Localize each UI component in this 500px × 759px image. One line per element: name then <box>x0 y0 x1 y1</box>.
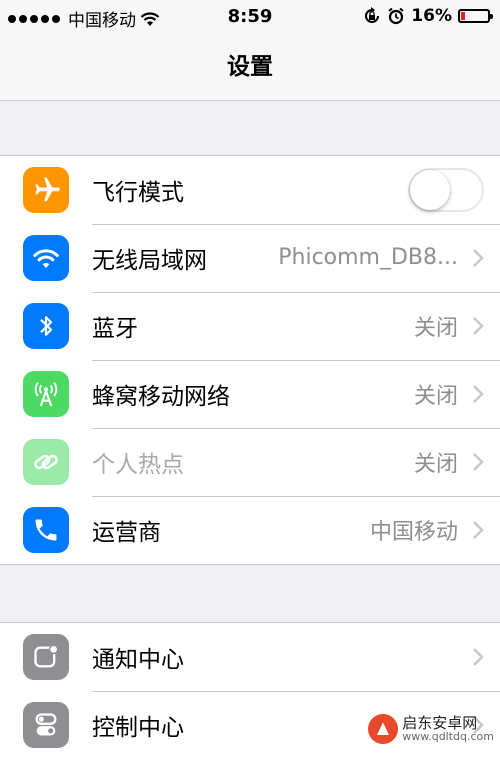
watermark-url: www.qdltdq.com <box>402 730 494 744</box>
chevron-right-icon <box>473 316 484 335</box>
navigation-bar: 设置 <box>0 34 500 101</box>
row-body: 运营商 中国移动 <box>92 496 500 564</box>
row-body: 蓝牙 关闭 <box>92 292 500 361</box>
personal-hotspot-value: 关闭 <box>413 451 458 477</box>
settings-row-airplane-mode: 飞行模式 <box>0 156 500 225</box>
notification-center-label: 通知中心 <box>92 646 184 673</box>
row-body: 飞行模式 <box>92 156 500 225</box>
chevron-right-icon <box>473 384 484 403</box>
cellular-label: 蜂窝移动网络 <box>92 383 230 410</box>
row-body: 无线局域网 Phicomm_DB8... <box>92 224 500 293</box>
row-body: 蜂窝移动网络 关闭 <box>92 360 500 429</box>
hotspot-icon <box>23 439 69 485</box>
cellular-icon <box>23 371 69 417</box>
airplane-mode-toggle[interactable] <box>408 167 484 212</box>
settings-row-notification-center[interactable]: 通知中心 <box>0 623 500 692</box>
alarm-icon <box>388 7 404 25</box>
settings-row-carrier[interactable]: 运营商 中国移动 <box>0 496 500 564</box>
airplane-mode-label: 飞行模式 <box>92 179 184 206</box>
bluetooth-icon <box>23 303 69 349</box>
watermark-brand: 启东安卓网 <box>402 713 478 732</box>
settings-row-wlan[interactable]: 无线局域网 Phicomm_DB8... <box>0 224 500 293</box>
rotation-lock-icon <box>365 7 380 23</box>
battery-percentage: 16% <box>411 6 452 26</box>
toggle-knob <box>410 169 450 210</box>
personal-hotspot-label: 个人热点 <box>92 451 184 478</box>
chevron-right-icon <box>473 647 484 666</box>
phone-icon <box>23 507 69 553</box>
chevron-right-icon <box>473 452 484 471</box>
settings-row-personal-hotspot[interactable]: 个人热点 关闭 <box>0 428 500 497</box>
wlan-label: 无线局域网 <box>92 247 207 274</box>
notification-center-icon <box>23 634 69 680</box>
watermark-logo-icon <box>368 714 399 744</box>
carrier-label: 运营商 <box>92 520 161 546</box>
control-center-label: 控制中心 <box>92 715 184 741</box>
settings-row-cellular[interactable]: 蜂窝移动网络 关闭 <box>0 360 500 429</box>
bluetooth-label: 蓝牙 <box>92 315 138 342</box>
carrier-value: 中国移动 <box>369 520 458 545</box>
row-body: 通知中心 <box>92 623 500 692</box>
battery-icon <box>458 9 493 23</box>
status-right: 16% <box>363 6 493 26</box>
status-bar: 中国移动 8:59 16% <box>0 0 500 34</box>
chevron-right-icon <box>473 521 484 539</box>
settings-group-connectivity: 飞行模式 无线局域网 Phicomm_DB8... 蓝牙 关闭 蜂窝移动网络 关… <box>0 155 500 565</box>
settings-row-bluetooth[interactable]: 蓝牙 关闭 <box>0 292 500 361</box>
chevron-right-icon <box>473 248 484 267</box>
watermark: 启东安卓网 www.qdltdq.com <box>368 714 494 744</box>
page-title: 设置 <box>227 54 273 80</box>
control-center-icon <box>23 702 69 748</box>
bluetooth-value: 关闭 <box>413 315 458 341</box>
wlan-value: Phicomm_DB8... <box>278 245 458 270</box>
cellular-value: 关闭 <box>413 383 458 409</box>
row-body: 个人热点 关闭 <box>92 428 500 497</box>
wifi-icon <box>23 235 69 281</box>
airplane-icon <box>23 167 69 213</box>
